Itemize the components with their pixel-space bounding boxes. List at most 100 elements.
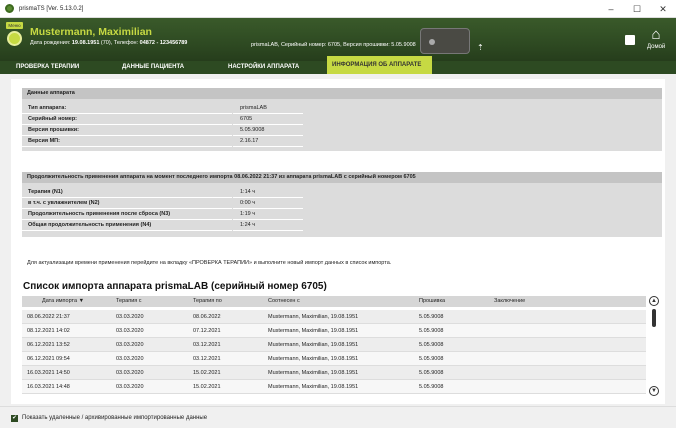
humidifier-n2-label: в т.ч. с увлажнителем (N2) [28, 200, 100, 206]
import-list-title: Список импорта аппарата prismaLAB (серий… [23, 281, 327, 292]
age-value: (70), [100, 40, 113, 46]
table-cell: 06.12.2021 13:52 [27, 342, 70, 348]
maximize-button[interactable]: ☐ [624, 0, 650, 18]
table-cell: Mustermann, Maximilian, 19.08.1951 [268, 384, 359, 390]
usb-icon: ⇡ [477, 43, 484, 52]
table-row[interactable]: 06.12.2021 09:54 03.03.2020 03.12.2021 Must… [22, 352, 646, 366]
table-cell: 5.05.9008 [419, 370, 444, 376]
table-cell: 5.05.9008 [419, 342, 444, 348]
phone-value: 04872 - 123456789 [139, 40, 188, 46]
firmware-version-row: Версия прошивки: 5.05.9008 [22, 125, 662, 136]
scroll-down-icon[interactable]: ▼ [649, 386, 659, 396]
table-cell: 08.12.2021 14:02 [27, 328, 70, 334]
phone-label: Телефон: [113, 40, 139, 46]
patient-info: Дата рождения: 19.08.1951 (70), Телефон:… [30, 40, 187, 46]
table-cell: 03.03.2020 [116, 342, 144, 348]
column-header-therapy-from[interactable]: Терапия с [116, 296, 142, 307]
table-cell: 5.05.9008 [419, 314, 444, 320]
device-type-label: Тип аппарата: [28, 105, 67, 111]
table-scrollbar[interactable]: ▲ ▼ [648, 296, 660, 399]
app-logo-icon [5, 4, 14, 13]
table-cell: Mustermann, Maximilian, 19.08.1951 [268, 370, 359, 376]
usage-duration-group: Продолжительность применения аппарата на… [22, 172, 662, 237]
table-cell: 15.02.2021 [193, 370, 221, 376]
import-list-table: Дата импорта ▼ Терапия с Терапия по Соот… [22, 296, 646, 399]
after-reset-n3-row: Продолжительность применения после сброс… [22, 209, 662, 220]
total-n4-label: Общая продолжительность применения (N4) [28, 222, 152, 228]
device-data-title: Данные аппарата [22, 88, 662, 99]
window-controls: – ☐ ✕ [598, 0, 676, 18]
table-cell: 5.05.9008 [419, 384, 444, 390]
close-button[interactable]: ✕ [650, 0, 676, 18]
table-cell: 16.03.2021 14:48 [27, 384, 70, 390]
table-cell: 08.06.2022 21:37 [27, 314, 70, 320]
column-header-therapy-to[interactable]: Терапия по [193, 296, 222, 307]
main-tabs: ПРОВЕРКА ТЕРАПИИ ДАННЫЕ ПАЦИЕНТА НАСТРОЙ… [0, 56, 676, 74]
tab-patient-data[interactable]: ДАННЫЕ ПАЦИЕНТА [116, 61, 184, 74]
home-button[interactable]: ⌂ Домой [647, 26, 665, 56]
table-cell: Mustermann, Maximilian, 19.08.1951 [268, 342, 359, 348]
table-cell: 03.12.2021 [193, 342, 221, 348]
patient-name: Mustermann, Maximilian [30, 26, 152, 38]
minimize-button[interactable]: – [598, 0, 624, 18]
total-n4-row: Общая продолжительность применения (N4) … [22, 220, 662, 231]
table-cell: 08.06.2022 [193, 314, 221, 320]
table-cell: 5.05.9008 [419, 356, 444, 362]
footer-bar: ✔ Показать удаленные / архивированные им… [0, 406, 676, 428]
table-row[interactable]: 16.03.2021 14:48 03.03.2020 15.02.2021 Must… [22, 380, 646, 394]
table-cell: 5.05.9008 [419, 328, 444, 334]
patient-icon [7, 31, 22, 46]
window-titlebar: prismaTS [Ver. 5.13.0.2] – ☐ ✕ [0, 0, 676, 18]
scroll-up-icon[interactable]: ▲ [649, 296, 659, 306]
table-row[interactable]: 08.12.2021 14:02 03.03.2020 07.12.2021 Must… [22, 324, 646, 338]
tab-device-info[interactable]: ИНФОРМАЦИЯ ОБ АППАРАТЕ [327, 56, 432, 74]
after-reset-n3-label: Продолжительность применения после сброс… [28, 211, 171, 217]
firmware-version-label: Версия прошивки: [28, 127, 79, 133]
table-cell: Mustermann, Maximilian, 19.08.1951 [268, 314, 359, 320]
serial-number-label: Серийный номер: [28, 116, 78, 122]
table-row[interactable]: 16.03.2021 14:50 03.03.2020 15.02.2021 Must… [22, 366, 646, 380]
home-label: Домой [647, 44, 666, 50]
show-deleted-label[interactable]: Показать удаленные / архивированные импо… [22, 414, 207, 423]
table-cell: 03.03.2020 [116, 384, 144, 390]
table-cell: 06.12.2021 09:54 [27, 356, 70, 362]
device-data-group: Данные аппарата Тип аппарата: prismaLAB … [22, 88, 662, 151]
device-image [420, 28, 470, 54]
column-header-firmware[interactable]: Прошивка [419, 296, 445, 307]
dob-value: 19.08.1951 [71, 40, 100, 46]
table-row[interactable]: 08.06.2022 21:37 03.03.2020 08.06.2022 Must… [22, 310, 646, 324]
tab-device-settings[interactable]: НАСТРОЙКИ АППАРАТА [222, 61, 299, 74]
tab-therapy-check[interactable]: ПРОВЕРКА ТЕРАПИИ [10, 61, 79, 74]
therapy-n1-label: Терапия (N1) [28, 189, 63, 195]
table-header: Дата импорта ▼ Терапия с Терапия по Соот… [22, 296, 646, 307]
save-icon[interactable] [625, 35, 635, 45]
window-title: prismaTS [Ver. 5.13.0.2] [19, 5, 84, 12]
table-cell: 03.03.2020 [116, 370, 144, 376]
table-cell: Mustermann, Maximilian, 19.08.1951 [268, 328, 359, 334]
menu-button[interactable]: Меню [6, 22, 23, 29]
mp-version-row: Версия МП: 2.16.17 [22, 136, 662, 147]
table-cell: 03.03.2020 [116, 314, 144, 320]
scroll-thumb[interactable] [652, 309, 656, 327]
column-header-assigned-to[interactable]: Соотнесен с [268, 296, 300, 307]
table-cell: 03.12.2021 [193, 356, 221, 362]
table-cell: 16.03.2021 14:50 [27, 370, 70, 376]
table-row[interactable]: 06.12.2021 13:52 03.03.2020 03.12.2021 Must… [22, 338, 646, 352]
table-cell: Mustermann, Maximilian, 19.08.1951 [268, 356, 359, 362]
update-hint-text: Для актуализации времени применения пере… [27, 260, 392, 266]
mp-version-label: Версия МП: [28, 138, 60, 144]
device-type-row: Тип аппарата: prismaLAB [22, 103, 662, 114]
usage-duration-title: Продолжительность применения аппарата на… [22, 172, 662, 183]
humidifier-n2-row: в т.ч. с увлажнителем (N2) 0:00 ч [22, 198, 662, 209]
therapy-n1-row: Терапия (N1) 1:14 ч [22, 187, 662, 198]
home-icon: ⌂ [651, 26, 661, 43]
column-header-import-date[interactable]: Дата импорта ▼ [42, 296, 84, 307]
table-cell: 03.03.2020 [116, 328, 144, 334]
column-header-conclusion[interactable]: Заключение [494, 296, 525, 307]
serial-number-row: Серийный номер: 6705 [22, 114, 662, 125]
patient-header: Меню Mustermann, Maximilian Дата рождени… [0, 18, 676, 61]
table-cell: 15.02.2021 [193, 384, 221, 390]
table-cell: 03.03.2020 [116, 356, 144, 362]
show-deleted-checkbox[interactable]: ✔ [11, 415, 18, 422]
dob-label: Дата рождения: [30, 40, 71, 46]
